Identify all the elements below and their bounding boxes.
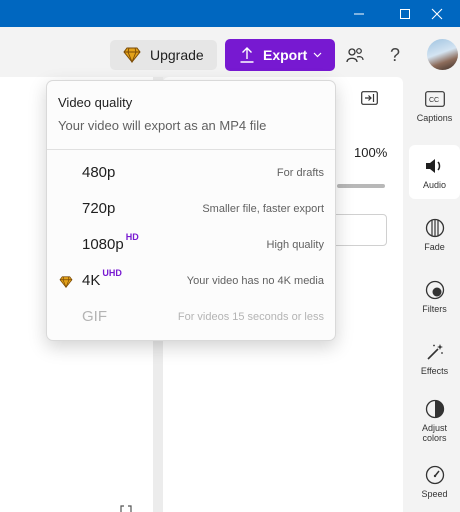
minimize-icon[interactable] — [336, 0, 382, 27]
option-desc: Your video has no 4K media — [186, 275, 324, 287]
upgrade-label: Upgrade — [150, 47, 204, 63]
hd-badge: HD — [125, 232, 139, 242]
rail-captions-label: Captions — [416, 113, 453, 123]
rail-filters-label: Filters — [422, 304, 447, 314]
rail-filters[interactable]: Filters — [409, 279, 460, 319]
dropdown-title: Video quality — [58, 95, 133, 110]
rail-effects-label: Effects — [420, 366, 449, 376]
fullscreen-icon[interactable] — [120, 505, 132, 512]
magic-wand-icon — [424, 341, 446, 363]
contrast-icon — [424, 398, 446, 420]
option-desc: For videos 15 seconds or less — [177, 311, 324, 323]
option-name: 720p — [82, 200, 116, 217]
chevron-down-icon — [313, 52, 322, 58]
collapse-panel-icon[interactable] — [361, 91, 378, 105]
rail-audio-label: Audio — [422, 180, 447, 190]
option-name: 1080p — [82, 236, 124, 253]
export-button[interactable]: Export — [225, 39, 335, 71]
diamond-icon — [59, 276, 73, 288]
rail-speed[interactable]: Speed — [409, 464, 460, 504]
share-people-icon[interactable] — [342, 42, 368, 68]
speedometer-icon — [424, 464, 446, 486]
diamond-icon — [123, 47, 141, 63]
volume-slider[interactable] — [337, 184, 385, 188]
option-name: 4K — [82, 272, 101, 289]
filters-icon — [424, 279, 446, 301]
rail-fade[interactable]: Fade — [409, 217, 460, 257]
option-desc: For drafts — [276, 167, 324, 179]
rail-effects[interactable]: Effects — [409, 341, 460, 381]
export-label: Export — [263, 47, 308, 63]
option-name: 480p — [82, 164, 116, 181]
video-quality-dropdown: Video quality Your video will export as … — [46, 80, 336, 341]
rail-fade-label: Fade — [424, 242, 445, 252]
option-desc: Smaller file, faster export — [202, 203, 324, 215]
captions-icon: CC — [424, 88, 446, 110]
svg-text:CC: CC — [429, 97, 439, 104]
option-desc: High quality — [266, 239, 324, 251]
quality-option-480p[interactable]: 480p For drafts — [47, 156, 335, 192]
rail-adjust-label: Adjust — [421, 423, 447, 433]
rail-adjust-colors[interactable]: Adjust colors — [409, 398, 460, 448]
uhd-badge: UHD — [102, 268, 122, 278]
panel-button[interactable] — [330, 214, 387, 246]
close-icon[interactable] — [414, 0, 460, 27]
avatar[interactable] — [427, 39, 458, 70]
help-icon[interactable]: ? — [382, 42, 408, 68]
volume-value: 100% — [354, 145, 388, 160]
upgrade-button[interactable]: Upgrade — [110, 40, 217, 70]
quality-option-1080p[interactable]: 1080p HD High quality — [47, 228, 335, 264]
rail-speed-label: Speed — [421, 489, 448, 499]
dropdown-subtitle: Your video will export as an MP4 file — [58, 118, 267, 133]
quality-option-gif: GIF For videos 15 seconds or less — [47, 300, 335, 336]
rail-captions[interactable]: CC Captions — [409, 88, 460, 130]
quality-option-720p[interactable]: 720p Smaller file, faster export — [47, 192, 335, 228]
fade-icon — [424, 217, 446, 239]
upload-icon — [240, 47, 254, 63]
rail-adjust-label-2: colors — [422, 433, 447, 443]
rail-audio[interactable]: Audio — [409, 145, 460, 199]
option-name: GIF — [82, 308, 107, 325]
divider — [47, 149, 335, 150]
speaker-icon — [424, 155, 446, 177]
quality-option-4k[interactable]: 4K UHD Your video has no 4K media — [47, 264, 335, 300]
title-bar — [0, 0, 460, 27]
